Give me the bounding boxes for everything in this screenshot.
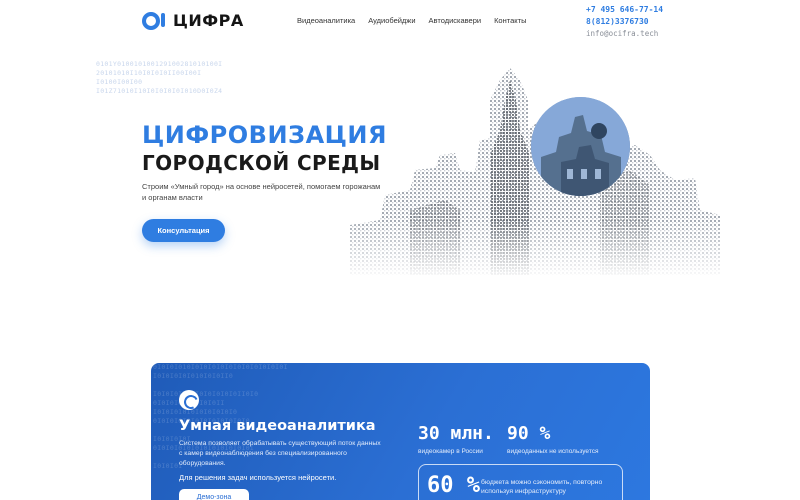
main-nav: Видеоаналитика Аудиобейджи Автодискавери… — [297, 16, 526, 25]
video-analytics-card: 0I0I0I010I0I0I0I0I0I0I0I0I0I0I0I I0I0I0I… — [151, 363, 650, 500]
stat-unused-label: видеоданных не используется — [507, 448, 599, 455]
nav-item-audio-badges[interactable]: Аудиобейджи — [368, 16, 415, 25]
code-line: 0I0I0I0I0I0I0I0II — [153, 399, 288, 408]
stat-budget-value: 60 % — [427, 473, 480, 498]
code-line: I01Z71010I10I0I0I0I0I010D0I0Z4 — [96, 87, 223, 95]
building-photo-art — [531, 97, 630, 196]
card-description: Система позволяет обрабатывать существую… — [179, 440, 381, 467]
contacts-block: +7 495 646-77-14 8(812)3376730 info@ocif… — [586, 4, 663, 40]
phone-link-1[interactable]: +7 495 646-77-14 — [586, 4, 663, 16]
demo-zone-button[interactable]: Демо-зона — [179, 489, 249, 500]
hero-title-line-2: ГОРОДСКОЙ СРЕДЫ — [142, 151, 381, 175]
stat-budget-label: бюджета можно сэкономить, повторно испол… — [481, 479, 603, 495]
code-line: I0I0I0I0I0I0I0I0I0I0 — [153, 408, 238, 416]
camera-eye-icon — [179, 390, 199, 410]
nav-item-video-analytics[interactable]: Видеоаналитика — [297, 16, 355, 25]
email-link[interactable]: info@ocifra.tech — [586, 28, 663, 40]
card-title: Умная видеоаналитика — [179, 418, 376, 434]
logo-text: ЦИФРА — [173, 11, 244, 30]
hero-subtitle: Строим «Умный город» на основе нейросете… — [142, 182, 381, 202]
nav-item-auto-discovery[interactable]: Автодискавери — [429, 16, 482, 25]
stat-cameras-label: видеокамер в России — [418, 448, 483, 455]
code-line: I0I0I0I0I0I0I0I0I0I0II0I0 — [153, 390, 259, 398]
code-line: 20101010I10I0I0I0II00I00I — [96, 69, 202, 77]
code-line: I0100I00I00 — [96, 78, 143, 86]
site-header: ЦИФРА Видеоаналитика Аудиобейджи Автодис… — [0, 0, 800, 44]
stat-unused-data: 90 % видеоданных не используется — [507, 423, 599, 455]
building-photo — [531, 97, 630, 196]
card-note: Для решения задач используется нейросети… — [179, 473, 337, 482]
code-line: 0I0I0I010I0I0I0I0I0I0I0I0I0I0I0I — [153, 363, 288, 371]
hero-code-decoration: 0101Y010010100129100281010100I 20101010I… — [96, 60, 222, 96]
stat-cameras-value: 30 млн. — [418, 423, 494, 444]
stat-unused-value: 90 % — [507, 423, 551, 444]
stat-budget-box: 60 % бюджета можно сэкономить, повторно … — [418, 464, 623, 500]
hero-title-line-1: ЦИФРОВИЗАЦИЯ — [142, 121, 387, 149]
logo[interactable]: ЦИФРА — [142, 11, 244, 30]
stat-cameras: 30 млн. видеокамер в России — [418, 423, 494, 455]
code-line: I0I0I0I0I010I0I0II0 — [153, 372, 234, 380]
city-fade — [340, 220, 740, 280]
nav-item-contacts[interactable]: Контакты — [494, 16, 526, 25]
phone-link-2[interactable]: 8(812)3376730 — [586, 16, 663, 28]
logo-mark-icon — [142, 11, 165, 30]
consultation-button[interactable]: Консультация — [142, 219, 225, 242]
hero-title: ЦИФРОВИЗАЦИЯ ГОРОДСКОЙ СРЕДЫ — [142, 121, 387, 177]
code-line: 0101Y010010100129100281010100I — [96, 60, 223, 68]
